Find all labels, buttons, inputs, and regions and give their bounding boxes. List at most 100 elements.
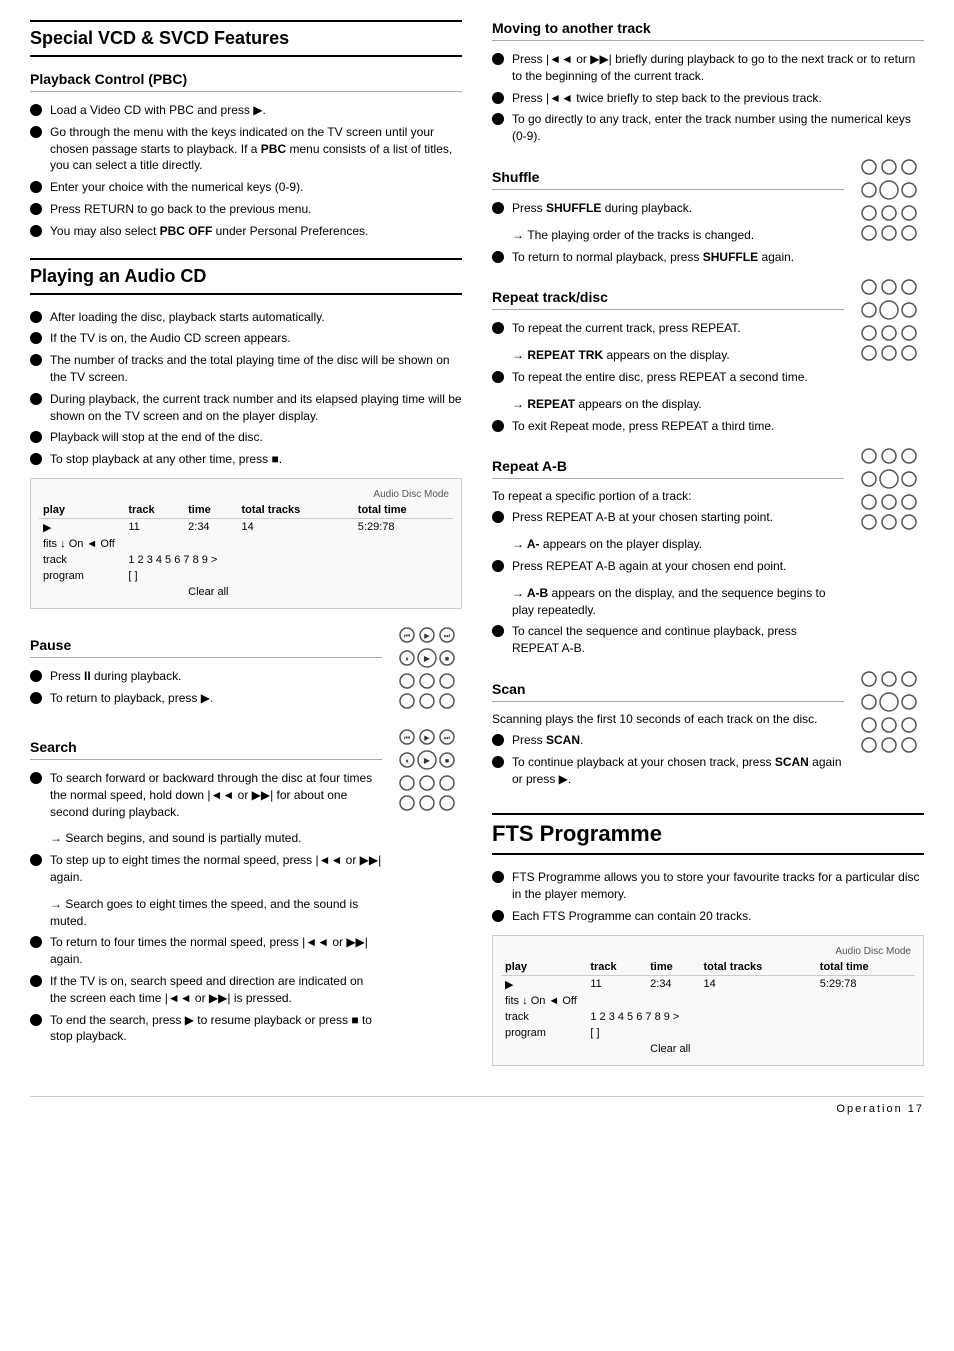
bullet-icon	[492, 625, 504, 637]
shuffle-item-1: Press SHUFFLE during playback.	[492, 200, 844, 217]
bullet-icon	[30, 181, 42, 193]
repeat-remote-icon	[854, 275, 924, 373]
search-item-2: To step up to eight times the normal spe…	[30, 852, 382, 886]
audio-item-4: During playback, the current track numbe…	[30, 391, 462, 425]
fts-display-table: Audio Disc Mode play track time total tr…	[492, 935, 924, 1066]
repeat-ab-intro: To repeat a specific portion of a track:	[492, 489, 844, 503]
audio-cd-list: After loading the disc, playback starts …	[30, 309, 462, 468]
audio-item-5: Playback will stop at the end of the dis…	[30, 429, 462, 446]
pbc-item-4: Press RETURN to go back to the previous …	[30, 201, 462, 218]
scan-list: Press SCAN. To continue playback at your…	[492, 732, 844, 787]
bullet-icon	[492, 53, 504, 65]
repeat-ab-section: Repeat A-B To repeat a specific portion …	[492, 444, 924, 667]
pause-title: Pause	[30, 637, 382, 658]
shuffle-arrow: The playing order of the tracks is chang…	[512, 227, 844, 244]
bullet-icon	[492, 560, 504, 572]
bullet-icon	[30, 670, 42, 682]
search-title: Search	[30, 739, 382, 760]
search-section: Search To search forward or backward thr…	[30, 725, 462, 1055]
bullet-icon	[492, 511, 504, 523]
bullet-icon	[30, 431, 42, 443]
repeat-item-1: To repeat the current track, press REPEA…	[492, 320, 844, 337]
repeat-arrow-1: REPEAT TRK appears on the display.	[512, 347, 844, 364]
pause-list: Press II during playback. To return to p…	[30, 668, 382, 707]
page-footer: Operation 17	[30, 1096, 924, 1115]
svg-text:▶: ▶	[424, 633, 430, 640]
fts-item-1: FTS Programme allows you to store your f…	[492, 869, 924, 903]
moving-item-1: Press |◄◄ or ▶▶| briefly during playback…	[492, 51, 924, 85]
pbc-item-3: Enter your choice with the numerical key…	[30, 179, 462, 196]
bullet-icon	[492, 420, 504, 432]
pause-section: Pause Press II during playback. To retur…	[30, 623, 462, 721]
repeat-ab-list: Press REPEAT A-B at your chosen starting…	[492, 509, 844, 526]
repeat-ab-remote-icon	[854, 444, 924, 542]
search-arrow-2: Search goes to eight times the speed, an…	[50, 896, 382, 930]
bullet-icon	[492, 251, 504, 263]
audio-item-2: If the TV is on, the Audio CD screen app…	[30, 330, 462, 347]
bullet-icon	[30, 354, 42, 366]
repeat-ab-item-2: Press REPEAT A-B again at your chosen en…	[492, 558, 844, 575]
repeat-ab-arrow-1: A- appears on the player display.	[512, 536, 844, 553]
section1-title: Special VCD & SVCD Features	[30, 20, 462, 57]
audio-item-3: The number of tracks and the total playi…	[30, 352, 462, 386]
bullet-icon	[492, 322, 504, 334]
scan-section: Scan Scanning plays the first 10 seconds…	[492, 667, 924, 797]
pbc-item-1: Load a Video CD with PBC and press ▶.	[30, 102, 462, 119]
search-remote-icon: ⏮ ▶ ⏭ ⏸ ▶ ■	[392, 725, 462, 823]
scan-intro: Scanning plays the first 10 seconds of e…	[492, 712, 844, 726]
remote-svg-repeat-ab	[854, 444, 924, 539]
bullet-icon	[30, 1014, 42, 1026]
moving-list: Press |◄◄ or ▶▶| briefly during playback…	[492, 51, 924, 145]
bullet-icon	[492, 371, 504, 383]
remote-svg-repeat	[854, 275, 924, 370]
bullet-icon	[492, 734, 504, 746]
repeat-ab-arrow-2: A-B appears on the display, and the sequ…	[512, 585, 844, 619]
repeat-title: Repeat track/disc	[492, 289, 844, 310]
repeat-section: Repeat track/disc To repeat the current …	[492, 275, 924, 444]
search-list-3: To return to four times the normal speed…	[30, 934, 382, 1045]
bullet-icon	[492, 756, 504, 768]
search-item-4: If the TV is on, search speed and direct…	[30, 973, 382, 1007]
bullet-icon	[492, 202, 504, 214]
pbc-title: Playback Control (PBC)	[30, 71, 462, 92]
svg-text:■: ■	[445, 656, 449, 663]
search-item-3: To return to four times the normal speed…	[30, 934, 382, 968]
bullet-icon	[30, 772, 42, 784]
pbc-list: Load a Video CD with PBC and press ▶. Go…	[30, 102, 462, 240]
svg-text:▶: ▶	[424, 756, 431, 765]
bullet-icon	[30, 311, 42, 323]
remote-svg-pause: ⏮ ▶ ⏭ ⏸ ▶ ■	[392, 623, 462, 718]
bullet-icon	[30, 104, 42, 116]
search-list: To search forward or backward through th…	[30, 770, 382, 820]
left-column: Special VCD & SVCD Features Playback Con…	[30, 20, 462, 1076]
bullet-icon	[30, 936, 42, 948]
shuffle-section: Shuffle Press SHUFFLE during playback. T…	[492, 155, 924, 275]
audio-display-table: Audio Disc Mode play track time total tr…	[30, 478, 462, 609]
search-list-2: To step up to eight times the normal spe…	[30, 852, 382, 886]
shuffle-list: Press SHUFFLE during playback.	[492, 200, 844, 217]
repeat-list: To repeat the current track, press REPEA…	[492, 320, 844, 337]
remote-svg-search: ⏮ ▶ ⏭ ⏸ ▶ ■	[392, 725, 462, 820]
scan-item-1: Press SCAN.	[492, 732, 844, 749]
pause-remote-icon: ⏮ ▶ ⏭ ⏸ ▶ ■	[392, 623, 462, 721]
audio-item-6: To stop playback at any other time, pres…	[30, 451, 462, 468]
audio-item-1: After loading the disc, playback starts …	[30, 309, 462, 326]
svg-text:⏮: ⏮	[404, 633, 410, 640]
scan-title: Scan	[492, 681, 844, 702]
right-column: Moving to another track Press |◄◄ or ▶▶|…	[492, 20, 924, 1076]
bullet-icon	[30, 332, 42, 344]
svg-text:▶: ▶	[424, 735, 430, 742]
svg-text:⏸: ⏸	[405, 656, 409, 663]
scan-item-2: To continue playback at your chosen trac…	[492, 754, 844, 788]
bullet-icon	[30, 225, 42, 237]
moving-title: Moving to another track	[492, 20, 924, 41]
scan-remote-icon	[854, 667, 924, 765]
search-item-5: To end the search, press ▶ to resume pla…	[30, 1012, 382, 1046]
repeat-ab-title: Repeat A-B	[492, 458, 844, 479]
repeat-ab-item-1: Press REPEAT A-B at your chosen starting…	[492, 509, 844, 526]
repeat-ab-item-3: To cancel the sequence and continue play…	[492, 623, 844, 657]
bullet-icon	[492, 871, 504, 883]
moving-item-2: Press |◄◄ twice briefly to step back to …	[492, 90, 924, 107]
remote-svg-scan	[854, 667, 924, 762]
shuffle-title: Shuffle	[492, 169, 844, 190]
